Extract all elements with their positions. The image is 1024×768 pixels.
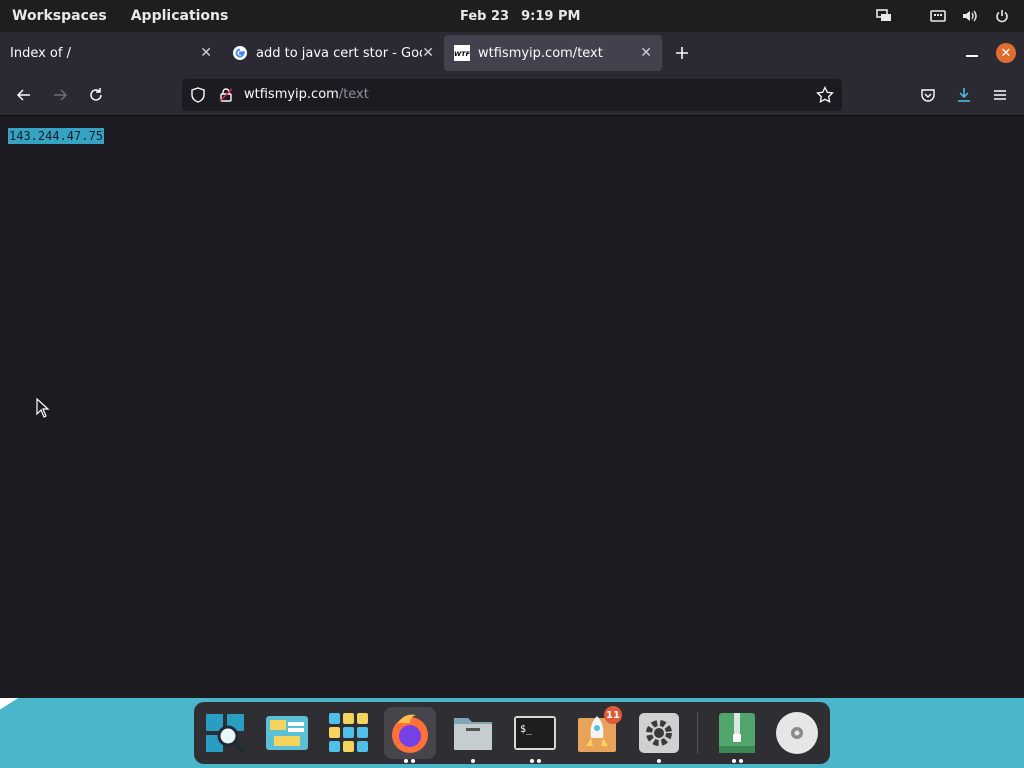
forward-arrow-icon (54, 89, 68, 101)
running-indicator (537, 759, 541, 763)
tab-close-icon[interactable]: ✕ (422, 45, 434, 61)
mouse-pointer-icon (36, 398, 50, 418)
hamburger-menu-icon (994, 90, 1006, 100)
reload-icon (90, 88, 102, 101)
bookmark-star-icon[interactable] (816, 85, 834, 104)
firefox-icon[interactable] (384, 707, 436, 759)
navigation-toolbar: wtfismyip.com/text (0, 74, 1024, 116)
minimize-window-button[interactable] (966, 55, 978, 57)
tab-close-icon[interactable]: ✕ (640, 45, 652, 61)
applications-button[interactable]: Applications (131, 8, 229, 24)
running-indicator (404, 759, 408, 763)
wtf-icon-text: WTF (454, 50, 470, 58)
downloads-button[interactable] (954, 85, 974, 105)
app-grid-icon[interactable] (326, 710, 372, 756)
wallpaper-stripe (0, 698, 188, 730)
files-manager-icon[interactable] (264, 710, 310, 756)
running-indicator (530, 759, 534, 763)
address-bar[interactable]: wtfismyip.com/text (182, 79, 842, 111)
clock-time: 9:19 PM (521, 8, 581, 24)
dock: $_ 11 (194, 702, 830, 764)
url-host: wtfismyip.com (244, 87, 339, 102)
page-content: 143.244.47.75 (0, 116, 1024, 698)
insecure-lock-icon[interactable] (218, 87, 234, 103)
download-icon (958, 88, 970, 102)
back-button[interactable] (14, 85, 34, 105)
tab-title: wtfismyip.com/text (478, 45, 603, 61)
back-arrow-icon (16, 89, 30, 101)
keyboard-icon[interactable] (930, 8, 946, 24)
tab-strip: Index of / ✕ add to java cert stor - Goo… (0, 32, 1024, 74)
forward-button[interactable] (50, 85, 70, 105)
app-menu-button[interactable] (990, 85, 1010, 105)
store-updates-badge: 11 (604, 706, 622, 724)
tab-close-icon[interactable]: ✕ (200, 45, 212, 61)
clock-date: Feb 23 (460, 8, 510, 24)
plus-icon (676, 47, 688, 59)
archive-manager-icon[interactable] (714, 710, 760, 756)
tab-google-search[interactable]: add to java cert stor - Goog ✕ (222, 32, 444, 74)
running-indicator (411, 759, 415, 763)
wtf-icon: WTF (454, 45, 471, 61)
display-icon[interactable] (876, 8, 892, 24)
clock[interactable]: Feb 23 9:19 PM (460, 0, 580, 32)
ip-address-text[interactable]: 143.244.47.75 (8, 128, 104, 144)
disk-icon[interactable] (774, 710, 820, 756)
pocket-icon (921, 89, 935, 102)
google-icon (232, 45, 248, 61)
pocket-button[interactable] (918, 85, 938, 105)
settings-icon[interactable] (636, 710, 682, 756)
system-top-bar: Workspaces Applications Feb 23 9:19 PM (0, 0, 1024, 32)
tab-wtfismyip[interactable]: WTF wtfismyip.com/text ✕ (444, 35, 662, 71)
file-cabinet-icon[interactable] (450, 710, 496, 756)
tracking-protection-shield-icon[interactable] (190, 87, 206, 103)
running-indicator (739, 759, 743, 763)
tab-index[interactable]: Index of / ✕ (0, 32, 222, 74)
url-path: /text (338, 87, 369, 102)
power-icon[interactable] (994, 8, 1010, 24)
running-indicator (732, 759, 736, 763)
terminal-prompt: $_ (520, 724, 533, 735)
workspaces-button[interactable]: Workspaces (12, 8, 107, 24)
tab-title: add to java cert stor - Goog (256, 45, 422, 61)
search-app-icon[interactable] (202, 710, 248, 756)
dock-separator (697, 712, 698, 754)
volume-icon[interactable] (962, 8, 978, 24)
new-tab-button[interactable] (662, 32, 702, 74)
url-text[interactable]: wtfismyip.com/text (244, 87, 369, 102)
terminal-icon[interactable]: $_ (512, 710, 558, 756)
tab-title: Index of / (10, 45, 71, 61)
running-indicator (657, 759, 661, 763)
reload-button[interactable] (86, 85, 106, 105)
running-indicator (471, 759, 475, 763)
close-window-button[interactable]: ✕ (996, 43, 1016, 63)
